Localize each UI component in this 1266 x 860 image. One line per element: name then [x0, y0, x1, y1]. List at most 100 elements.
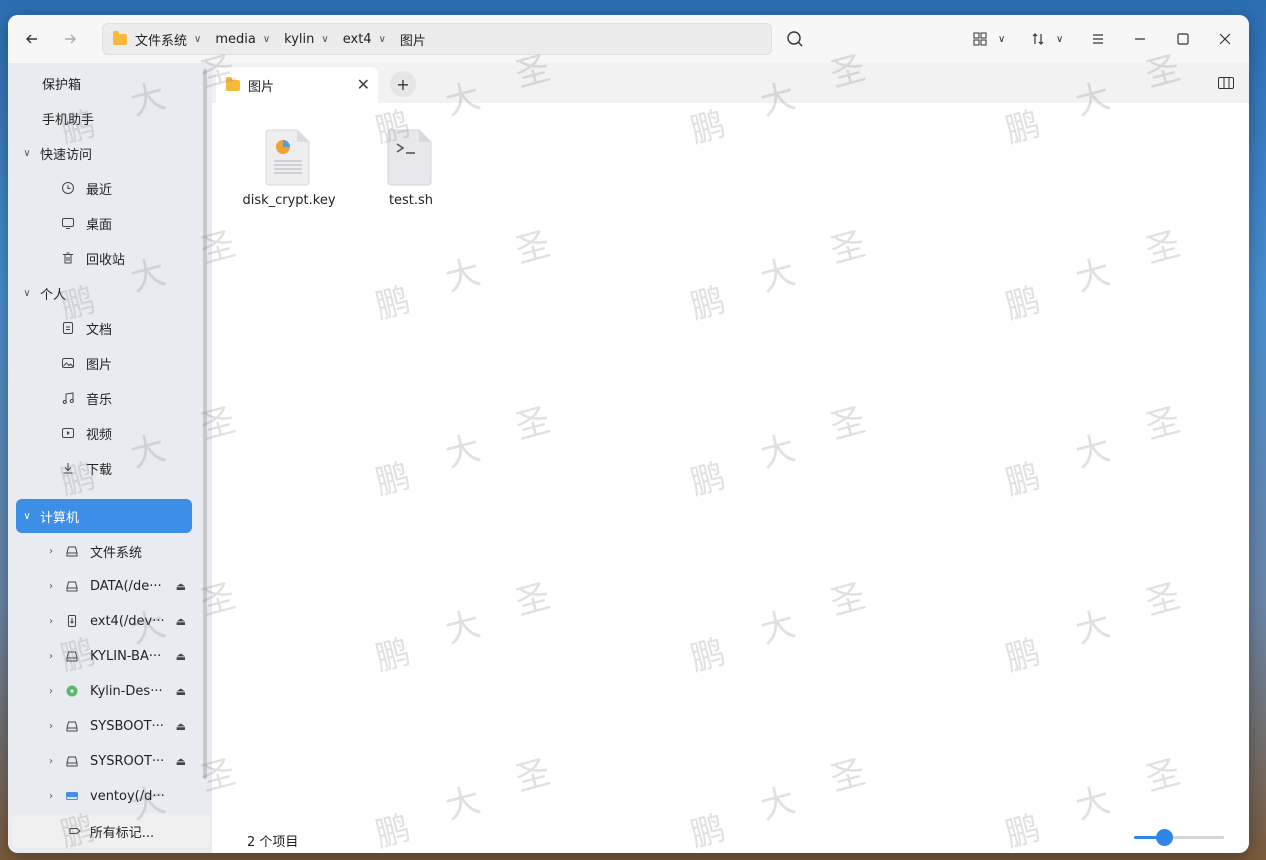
sidebar-item-filesystem[interactable]: › 文件系统	[16, 535, 192, 567]
breadcrumb-item[interactable]: 图片	[400, 30, 426, 49]
forward-button[interactable]	[58, 27, 82, 51]
sidebar-group-personal[interactable]: ∨ 个人	[16, 277, 192, 309]
breadcrumb-item[interactable]: ext4 ∨	[343, 32, 386, 47]
tab-bar: 图片 ✕ +	[212, 63, 1249, 103]
sidebar-item-drive-ventoy[interactable]: › ventoy(/d···	[16, 780, 192, 812]
sidebar-item-downloads[interactable]: 下载	[16, 452, 192, 484]
maximize-button[interactable]	[1171, 27, 1195, 51]
chevron-down-icon[interactable]: ∨	[321, 34, 328, 45]
grid-view-icon	[973, 32, 987, 46]
view-mode-button[interactable]: ∨	[972, 27, 1005, 51]
sidebar-item-drive-ext4[interactable]: › ext4(/dev··· ⏏	[16, 605, 192, 637]
chevron-down-icon[interactable]: ∨	[20, 288, 34, 299]
sidebar-item-label: 文档	[86, 322, 113, 338]
chevron-down-icon[interactable]: ∨	[1056, 34, 1063, 45]
sidebar-item-drive-data[interactable]: › DATA(/de··· ⏏	[16, 570, 192, 602]
sidebar-item-label: 快速访问	[40, 147, 93, 163]
sort-button[interactable]: ∨	[1030, 27, 1063, 51]
chevron-down-icon[interactable]: ∨	[20, 148, 34, 159]
image-icon	[60, 355, 76, 371]
breadcrumb-item[interactable]: 文件系统 ∨	[113, 30, 201, 49]
disc-icon	[64, 683, 80, 699]
sidebar-item-label: 文件系统	[90, 545, 143, 561]
clock-icon	[60, 180, 76, 196]
sidebar-item-desktop[interactable]: 桌面	[16, 207, 192, 239]
chevron-right-icon[interactable]: ›	[44, 581, 58, 592]
chevron-right-icon[interactable]: ›	[44, 756, 58, 767]
tag-icon	[69, 828, 81, 834]
file-item[interactable]: test.sh	[356, 127, 466, 208]
sidebar-item-drive-sysboot[interactable]: › SYSBOOT··· ⏏	[16, 710, 192, 742]
breadcrumb-item[interactable]: media ∨	[215, 32, 270, 47]
chevron-down-icon[interactable]: ∨	[998, 34, 1005, 45]
preview-panel-toggle[interactable]	[1217, 75, 1235, 91]
chevron-right-icon[interactable]: ›	[44, 686, 58, 697]
sidebar-item-music[interactable]: 音乐	[16, 382, 192, 414]
eject-icon[interactable]: ⏏	[176, 755, 186, 768]
eject-icon[interactable]: ⏏	[176, 580, 186, 593]
menu-button[interactable]	[1090, 27, 1106, 51]
file-manager-window: 文件系统 ∨ media ∨ kylin ∨ ext4 ∨ 图片 ∨ ∨ 保护箱…	[8, 15, 1249, 853]
back-button[interactable]	[20, 27, 44, 51]
tab-close-icon[interactable]: ✕	[357, 75, 370, 94]
chevron-right-icon[interactable]: ›	[44, 616, 58, 627]
chevron-down-icon[interactable]: ∨	[20, 511, 34, 522]
eject-icon[interactable]: ⏏	[176, 720, 186, 733]
sidebar-item-drive-kylin-ba[interactable]: › KYLIN-BA··· ⏏	[16, 640, 192, 672]
minimize-button[interactable]	[1128, 27, 1152, 51]
sidebar-item-label: 个人	[40, 287, 67, 303]
sidebar: 保护箱 手机助手 ∨ 快速访问 最近 桌面 回收站 ∨ 个人 文档 图片 音乐 …	[8, 63, 212, 853]
usb-drive-icon	[64, 788, 80, 804]
chevron-right-icon[interactable]: ›	[44, 546, 58, 557]
sidebar-scrollbar[interactable]	[203, 69, 207, 779]
sidebar-item-documents[interactable]: 文档	[16, 312, 192, 344]
sidebar-item-drive-kylin-des[interactable]: › Kylin-Des··· ⏏	[16, 675, 192, 707]
chevron-right-icon[interactable]: ›	[44, 721, 58, 732]
breadcrumb-item[interactable]: kylin ∨	[284, 32, 329, 47]
sidebar-item-label: 桌面	[86, 217, 113, 233]
sidebar-item-label: ext4(/dev···	[90, 613, 165, 629]
sidebar-item-label: SYSBOOT···	[90, 718, 164, 734]
item-count: 2 个项目	[247, 835, 299, 850]
sidebar-item-label: 视频	[86, 427, 113, 443]
sidebar-item-label: 下载	[86, 462, 113, 478]
close-button[interactable]	[1213, 27, 1237, 51]
tab-pictures[interactable]: 图片 ✕	[216, 67, 378, 103]
sidebar-item-pictures[interactable]: 图片	[16, 347, 192, 379]
sidebar-item-label: 图片	[86, 357, 113, 373]
file-view[interactable]: disk_crypt.key test.sh	[212, 103, 1249, 809]
new-tab-button[interactable]: +	[390, 71, 416, 97]
music-note-icon	[60, 390, 76, 406]
status-bar: 2 个项目	[212, 825, 1249, 853]
breadcrumb-label: 文件系统	[135, 33, 188, 49]
file-item[interactable]: disk_crypt.key	[234, 127, 344, 208]
sidebar-item-phone-assistant[interactable]: 手机助手	[16, 102, 192, 134]
chevron-down-icon[interactable]: ∨	[263, 34, 270, 45]
sidebar-item-drive-sysroot[interactable]: › SYSROOT··· ⏏	[16, 745, 192, 777]
all-tags-button[interactable]: 所有标记...	[12, 814, 210, 848]
chevron-down-icon[interactable]: ∨	[194, 34, 201, 45]
eject-icon[interactable]: ⏏	[176, 685, 186, 698]
eject-icon[interactable]: ⏏	[176, 615, 186, 628]
sidebar-item-recent[interactable]: 最近	[16, 172, 192, 204]
search-button[interactable]	[783, 27, 807, 51]
eject-icon[interactable]: ⏏	[176, 650, 186, 663]
chevron-right-icon[interactable]: ›	[44, 651, 58, 662]
sidebar-item-safe-box[interactable]: 保护箱	[16, 67, 192, 99]
zoom-slider-handle[interactable]	[1156, 829, 1173, 846]
sidebar-item-label: 计算机	[40, 510, 80, 526]
sidebar-item-videos[interactable]: 视频	[16, 417, 192, 449]
drive-icon	[64, 718, 80, 734]
chevron-right-icon[interactable]: ›	[44, 791, 58, 802]
chevron-down-icon[interactable]: ∨	[379, 34, 386, 45]
zoom-slider[interactable]	[1134, 829, 1224, 846]
monitor-icon	[60, 215, 76, 231]
breadcrumb[interactable]: 文件系统 ∨ media ∨ kylin ∨ ext4 ∨ 图片	[102, 23, 772, 55]
sidebar-group-quick-access[interactable]: ∨ 快速访问	[16, 137, 192, 169]
sidebar-item-trash[interactable]: 回收站	[16, 242, 192, 274]
sidebar-group-computer[interactable]: ∨ 计算机	[16, 499, 192, 533]
folder-icon	[113, 30, 127, 45]
sidebar-item-label: 保护箱	[42, 77, 82, 93]
sidebar-item-label: KYLIN-BA···	[90, 648, 162, 664]
sidebar-item-label: SYSROOT···	[90, 753, 165, 769]
